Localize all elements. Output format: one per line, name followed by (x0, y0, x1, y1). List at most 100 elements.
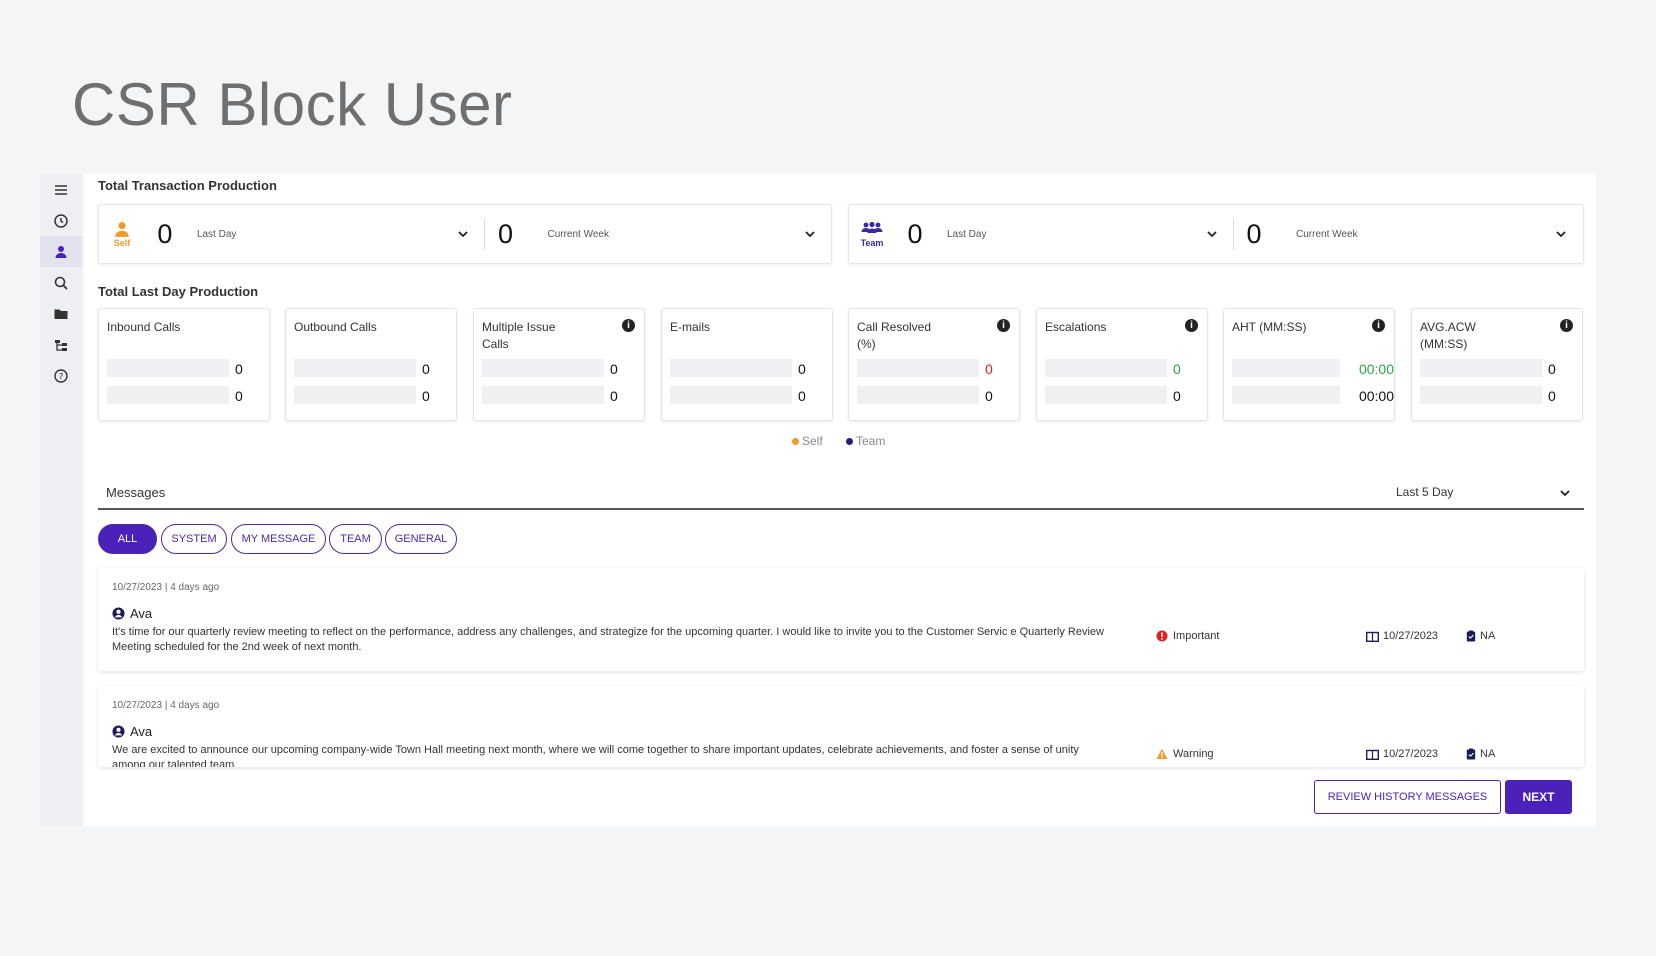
stat-self-value: 00:00 (1358, 361, 1394, 377)
self-label: Self (113, 238, 131, 248)
sidebar-search[interactable] (40, 267, 82, 298)
team-bar (107, 386, 229, 404)
team-bar (1045, 386, 1167, 404)
alert-circle-icon (1156, 630, 1168, 642)
sidebar-hierarchy[interactable] (40, 329, 82, 360)
chevron-down-icon[interactable] (1205, 227, 1219, 241)
filter-team[interactable]: TEAM (329, 524, 382, 554)
filter-general[interactable]: GENERAL (385, 524, 457, 554)
self-current-week: 0 Current Week (485, 214, 831, 254)
message-card[interactable]: 10/27/2023 | 4 days ago Ava We are excit… (98, 686, 1584, 767)
help-icon: ? (54, 368, 68, 383)
self-bar (857, 359, 979, 377)
messages-range-select[interactable]: Last 5 Day (1396, 485, 1453, 499)
stat-team-value: 0 (1173, 388, 1181, 404)
team-bar (670, 386, 792, 404)
stat-card-call-resolved: Call Resolved (%) i 0 0 (848, 308, 1020, 421)
slide-title: CSR Block User (72, 71, 513, 138)
self-production-box: Self 0 Last Day 0 Current Week (98, 204, 832, 264)
legend-self-label: Self (802, 434, 823, 448)
sidebar-help[interactable]: ? (40, 360, 82, 391)
info-icon[interactable]: i (997, 319, 1010, 332)
team-last-day: 0 Last Day (895, 214, 1233, 254)
clipboard-icon (1466, 630, 1476, 642)
stat-card-escalations: Escalations i 0 0 (1036, 308, 1208, 421)
hierarchy-icon (55, 339, 67, 351)
message-received-date: 10/27/2023 (1366, 748, 1438, 760)
message-date-value: 10/27/2023 (1383, 630, 1439, 642)
team-production-box: Team 0 Last Day 0 Current Week (848, 204, 1584, 264)
clock-icon (54, 213, 68, 228)
message-body: It's time for our quarterly review meeti… (112, 626, 1104, 653)
chevron-down-icon[interactable] (456, 227, 470, 241)
stat-team-value: 00:00 (1358, 388, 1394, 404)
svg-text:?: ? (59, 372, 64, 382)
info-icon[interactable]: i (622, 319, 635, 332)
stat-title: E-mails (670, 320, 711, 334)
chevron-down-icon[interactable] (1554, 227, 1568, 241)
clipboard-icon (1466, 748, 1476, 760)
team-week-label: Current Week (1296, 228, 1358, 240)
message-status: NA (1466, 748, 1495, 760)
sidebar-user[interactable] (40, 236, 82, 267)
legend-self-dot (792, 437, 799, 445)
message-status-value: NA (1480, 748, 1496, 760)
filter-system[interactable]: SYSTEM (161, 524, 227, 554)
chevron-down-icon[interactable] (1558, 486, 1572, 500)
team-label: Team (860, 238, 884, 248)
next-button[interactable]: NEXT (1505, 780, 1572, 814)
info-icon[interactable]: i (1185, 319, 1198, 332)
stat-card-multiple-issue-calls: Multiple Issue Calls i 0 0 (473, 308, 645, 421)
info-icon[interactable]: i (1372, 319, 1385, 332)
sidebar-folder[interactable] (40, 298, 82, 329)
stat-card-outbound-calls: Outbound Calls 0 0 (285, 308, 457, 421)
self-last-day: 0 Last Day (145, 214, 485, 254)
message-card[interactable]: 10/27/2023 | 4 days ago Ava It's time fo… (98, 568, 1584, 671)
chevron-down-icon[interactable] (803, 227, 817, 241)
message-date-value: 10/27/2023 (1383, 748, 1439, 760)
legend-team-dot (846, 437, 853, 445)
stat-team-value: 0 (985, 388, 993, 404)
team-bar (1420, 386, 1542, 404)
stat-self-value: 0 (235, 361, 243, 377)
message-user: Ava (112, 606, 152, 621)
stat-team-value: 0 (235, 388, 243, 404)
info-icon[interactable]: i (1560, 319, 1573, 332)
message-status-value: NA (1480, 630, 1496, 642)
self-bar (1045, 359, 1167, 377)
search-icon (54, 276, 68, 290)
messages-header: Messages Last 5 Day (98, 478, 1584, 510)
self-bar (1232, 359, 1340, 377)
message-user: Ava (112, 724, 152, 739)
message-priority-label: Warning (1173, 748, 1214, 760)
stat-card-inbound-calls: Inbound Calls 0 0 (98, 308, 270, 421)
message-date: 10/27/2023 | 4 days ago (112, 582, 220, 593)
message-received-date: 10/27/2023 (1366, 630, 1438, 642)
team-bar (857, 386, 979, 404)
sidebar-history[interactable] (40, 205, 82, 236)
user-circle-icon (112, 607, 125, 620)
stat-title: Outbound Calls (294, 320, 377, 334)
stat-team-value: 0 (610, 388, 618, 404)
team-icon (861, 221, 883, 233)
sidebar-menu[interactable] (40, 174, 82, 205)
stat-title: AHT (MM:SS) (1232, 320, 1307, 334)
team-last-day-value: 0 (907, 218, 923, 249)
filter-my-message[interactable]: MY MESSAGE (231, 524, 326, 554)
calendar-icon (1366, 631, 1379, 642)
calendar-icon (1366, 749, 1379, 760)
stat-card-aht: AHT (MM:SS) i 00:00 00:00 (1223, 308, 1395, 421)
stat-self-value: 0 (985, 361, 993, 377)
filter-all[interactable]: ALL (98, 524, 157, 554)
stat-team-value: 0 (422, 388, 430, 404)
legend-team-label: Team (856, 434, 886, 448)
hamburger-icon (55, 184, 67, 195)
message-priority-label: Important (1173, 630, 1220, 642)
stat-card-avg-acw: AVG.ACW (MM:SS) i 0 0 (1411, 308, 1583, 421)
message-user-name: Ava (130, 606, 153, 621)
message-body: We are excited to announce our upcoming … (112, 744, 1079, 767)
review-history-button[interactable]: REVIEW HISTORY MESSAGES (1314, 780, 1501, 814)
stat-team-value: 0 (1548, 388, 1556, 404)
message-priority: Warning (1156, 748, 1214, 760)
self-bar (482, 359, 604, 377)
